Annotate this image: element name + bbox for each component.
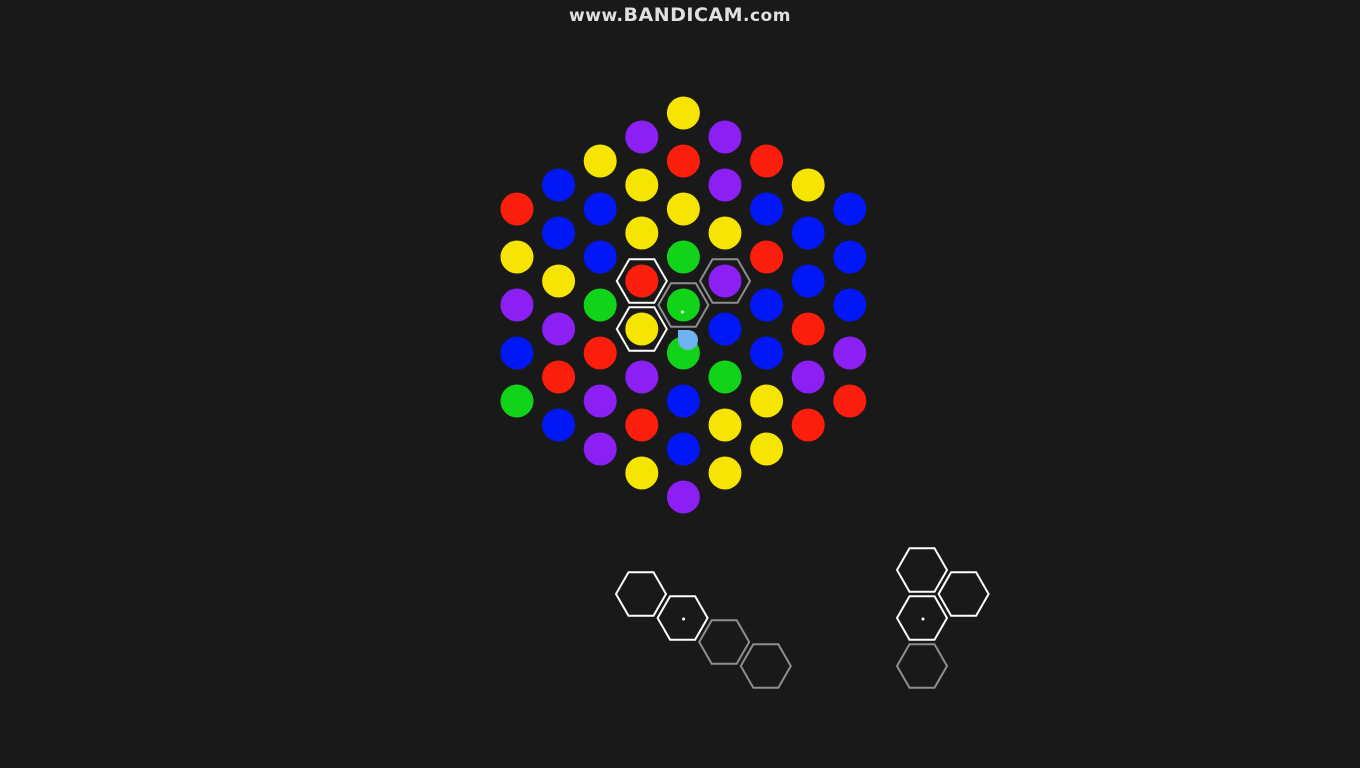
piece-tray[interactable] [614,547,990,689]
cell-blue-c8-r0[interactable] [833,192,867,226]
cell-yellow-c3-r1[interactable] [625,168,659,202]
cell-blue-c6-r3[interactable] [750,288,784,322]
cell-blue-c8-r1[interactable] [833,240,867,274]
piece-hex-ghost [739,643,792,689]
cell-blue-c6-r1[interactable] [750,192,784,226]
cell-yellow-c3-r2[interactable] [625,216,659,250]
cell-yellow-c6-r5[interactable] [750,384,784,418]
cell-red-c4-r1[interactable] [666,144,700,178]
piece-hex-active [614,571,668,617]
cell-yellow-c5-r2[interactable] [708,216,742,250]
cell-yellow-c4-r2[interactable] [666,192,700,226]
cell-purple-c2-r5[interactable] [583,384,617,418]
cell-yellow-c4-r0[interactable] [666,96,700,130]
cell-blue-c0-r3[interactable] [500,336,534,370]
cell-red-c8-r4[interactable] [833,384,867,418]
piece-hex-active [937,571,990,617]
cell-red-c0-r0[interactable] [500,192,534,226]
cell-green-c4-r3[interactable] [666,240,700,274]
cell-purple-c0-r2[interactable] [500,288,534,322]
cell-yellow-c3-r4[interactable] [625,312,659,346]
mouse-cursor-icon [678,330,698,350]
piece-hex-ghost [698,619,751,665]
cell-purple-c5-r1[interactable] [708,168,742,202]
cell-yellow-c1-r2[interactable] [542,264,576,298]
cell-green-c4-r4[interactable] [666,288,700,322]
cell-purple-c4-r8[interactable] [666,480,700,514]
cell-yellow-c6-r6[interactable] [750,432,784,466]
cell-purple-c8-r3[interactable] [833,336,867,370]
cell-purple-c7-r4[interactable] [791,360,825,394]
cell-blue-c1-r0[interactable] [542,168,576,202]
piece-diagonal[interactable] [614,571,792,689]
cell-yellow-c7-r0[interactable] [791,168,825,202]
cell-blue-c7-r2[interactable] [791,264,825,298]
selection-center-dot [680,310,684,314]
cell-purple-c1-r3[interactable] [542,312,576,346]
cell-red-c7-r5[interactable] [791,408,825,442]
cell-yellow-c5-r6[interactable] [708,408,742,442]
cell-blue-c7-r1[interactable] [791,216,825,250]
cell-purple-c2-r6[interactable] [583,432,617,466]
game-canvas[interactable] [0,0,1360,768]
piece-hex-ghost [895,643,949,689]
cell-red-c3-r6[interactable] [625,408,659,442]
cell-blue-c4-r7[interactable] [666,432,700,466]
piece-hex-active [895,547,949,593]
cell-blue-c1-r1[interactable] [542,216,576,250]
cell-purple-c5-r0[interactable] [708,120,742,154]
cell-blue-c2-r1[interactable] [583,192,617,226]
cell-blue-c1-r5[interactable] [542,408,576,442]
hex-board[interactable] [500,96,867,514]
cell-yellow-c0-r1[interactable] [500,240,534,274]
cell-yellow-c2-r0[interactable] [583,144,617,178]
cell-red-c6-r2[interactable] [750,240,784,274]
cell-blue-c2-r2[interactable] [583,240,617,274]
piece-center-dot [921,617,925,621]
cell-blue-c8-r2[interactable] [833,288,867,322]
cell-red-c7-r3[interactable] [791,312,825,346]
cell-red-c1-r4[interactable] [542,360,576,394]
cell-yellow-c3-r7[interactable] [625,456,659,490]
cell-blue-c6-r4[interactable] [750,336,784,370]
cell-yellow-c5-r7[interactable] [708,456,742,490]
cell-blue-c5-r4[interactable] [708,312,742,346]
cell-purple-c3-r5[interactable] [625,360,659,394]
piece-center-dot [682,617,686,621]
cell-red-c3-r3[interactable] [625,264,659,298]
cell-green-c2-r3[interactable] [583,288,617,322]
cell-purple-c5-r3[interactable] [708,264,742,298]
cell-green-c0-r4[interactable] [500,384,534,418]
cell-blue-c4-r6[interactable] [666,384,700,418]
piece-cluster[interactable] [895,547,990,689]
cell-green-c5-r5[interactable] [708,360,742,394]
cell-purple-c3-r0[interactable] [625,120,659,154]
cell-red-c6-r0[interactable] [750,144,784,178]
cell-red-c2-r4[interactable] [583,336,617,370]
